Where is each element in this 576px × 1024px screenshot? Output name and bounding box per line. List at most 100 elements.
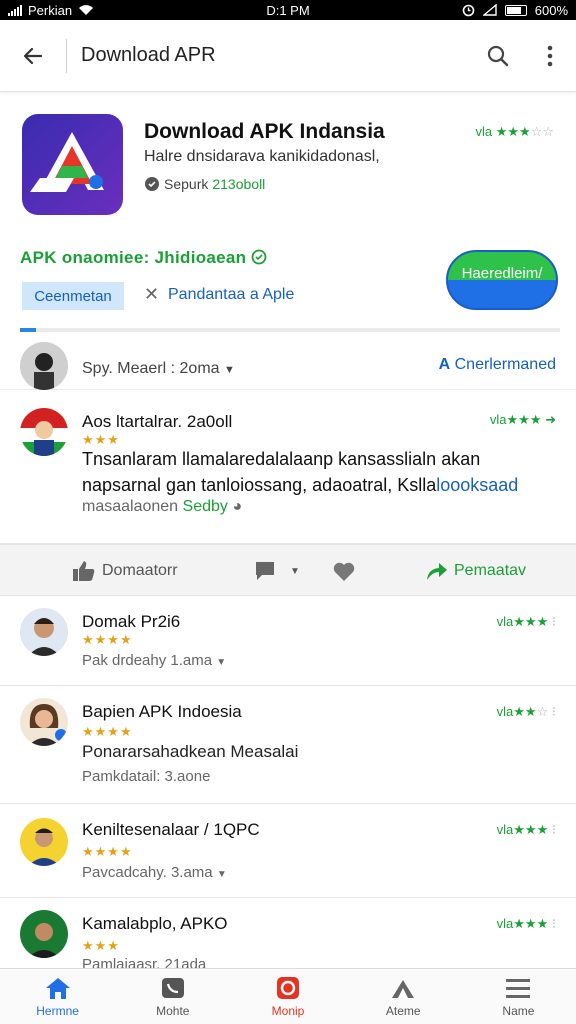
avatar [20,698,68,746]
search-icon [487,45,509,66]
battery-level: 600% [534,2,568,18]
app-name: Download APK Indansia [144,120,385,143]
apk-badge-text: APK onaomiee: Jhidioaean [20,248,247,267]
bottom-navigation: Hermne Mohte Monip Ateme Name [0,968,576,1024]
rating-label: vla [489,412,507,427]
review-footer-text: masaalaonen [82,498,179,515]
rating-stars: ★★★ [495,124,531,139]
support-count: 213oboll [212,176,266,192]
review-footer: masaalaonen Sedby ◕ [82,498,242,516]
tab-label: Mohte [156,1004,190,1018]
status-bar: Perkian D:1 PM 600% [0,0,576,20]
comment-label: Domaatorr [102,562,178,579]
review-meta-text: Pak drdeahy 1.ama [82,652,213,669]
avatar [20,910,68,958]
signal-icon [8,4,22,16]
review-actions: Domaatorr ▼ Pemaatav [0,544,576,596]
tab-record[interactable]: Monip [230,969,345,1024]
like-button[interactable]: Domaatorr [72,545,178,597]
tab-menu[interactable]: Name [461,969,576,1024]
tab-home[interactable]: Hermne [0,969,115,1024]
rating-label: vla [496,704,514,719]
reviewer-name: Aos ltartalrar. 2a0oll [82,412,233,431]
avatar [20,408,68,456]
sort-dropdown[interactable]: Spy. Meaerl : 2oma ▼ [82,360,235,378]
install-button[interactable]: Haeredleim/ [446,250,558,310]
support-icon [145,177,159,191]
download-progress [20,328,560,332]
review-rating: vla★★★ ⁝ [496,822,556,837]
review-stars: ★★★★ [82,632,133,647]
app-description: Halre dnsidarava kanikidadonasl, [144,148,380,165]
info-icon: ◕ [232,498,243,515]
tab-label: Hermne [36,1004,79,1018]
app-bar: Download APR [0,20,576,92]
check-circle-icon [251,249,267,265]
battery-icon [504,4,527,16]
status-time: D:1 PM [266,2,310,18]
more-vert-icon[interactable]: ⁝ [552,916,556,931]
review-footer-tag: Sedby [182,498,228,515]
reviewer-name: Keniltesenalaar / 1QPC [82,820,260,839]
tab-atom[interactable]: Ateme [346,969,461,1024]
support-label: Sepurk [164,176,209,192]
record-icon [277,977,299,999]
review-rating: vla★★★ ⁝ [496,614,556,629]
filter-icon: A [438,356,451,373]
home-icon [45,978,70,999]
close-icon[interactable]: ✕ [144,284,159,305]
list-item[interactable]: Kamalabplo, APKO ★★★ Pamlaiaasr. 21ada v… [0,898,576,973]
reviewer-name: Kamalabplo, APKO [82,914,228,933]
reviewer-name: Bapien APK Indoesia [82,702,242,721]
filter-button[interactable]: A Cnerlermaned [439,356,556,374]
favorite-button[interactable] [332,545,356,597]
more-vert-icon[interactable]: ⁝ [552,822,556,837]
sort-label: Spy. Meaerl : 2oma [82,360,220,377]
list-item[interactable]: Bapien APK Indoesia ★★★★ Ponararsahadkea… [0,686,576,804]
comment-button[interactable]: ▼ [254,545,300,597]
list-item[interactable]: Keniltesenalaar / 1QPC ★★★★ Pavcadcahy. … [0,804,576,898]
heart-icon [333,562,355,581]
rating-label: vla [475,124,493,139]
review-meta-text: Pavcadcahy. 3.ama [82,864,213,881]
arrow-left-icon [23,47,43,64]
avatar [20,608,68,656]
review-body: Tnsanlaram llamalaredalalaanp kansasslia… [82,446,552,498]
chevron-down-icon: ▼ [224,364,235,376]
chevron-down-icon: ▼ [216,657,227,668]
share-arrow-icon [427,563,447,580]
alarm-icon [462,4,475,16]
category-chip[interactable]: Ceenmetan [22,282,124,310]
review-stars: ★★★★ [82,844,133,859]
review-meta: Pak drdeahy 1.ama ▼ [82,652,226,669]
list-item[interactable]: Domak Pr2i6 ★★★★ Pak drdeahy 1.ama ▼ vla… [0,596,576,686]
more-vert-icon[interactable]: ⁝ [552,704,556,719]
rating-label: vla [496,614,514,629]
tab-label: Monip [271,1004,305,1018]
tab-mobile[interactable]: Mohte [115,969,230,1024]
back-button[interactable] [0,20,66,92]
search-button[interactable] [472,20,524,92]
atom-icon [392,980,415,998]
menu-icon [506,979,531,998]
avatar [20,818,68,866]
filter-label: Cnerlermaned [454,356,556,373]
review-highlight: loooksaad [436,475,519,495]
review-text: Ponararsahadkean Measalai [82,742,299,761]
more-options-button[interactable] [524,20,576,92]
review-stars: ★★★★ [82,724,133,739]
chevron-down-icon: ▼ [216,869,227,880]
page-title: Download APR [81,44,216,66]
reviewer-name: Domak Pr2i6 [82,612,181,631]
review-body-line: napsarnal gan tanloiossang, adaoatral, K… [82,475,437,495]
category-text[interactable]: Pandantaa a Aple [168,286,294,304]
review-rating: vla★★★ ➜ [489,412,556,427]
app-bar-divider [66,38,67,73]
share-button[interactable]: Pemaatav [424,545,526,597]
app-rating: vla ★★★☆☆ [475,124,554,139]
featured-review: Aos ltartalrar. 2a0oll ★★★ vla★★★ ➜ Tnsa… [0,398,576,544]
tab-label: Ateme [385,1004,421,1018]
review-meta: Pamkdatail: 3.aone [82,768,211,785]
more-vert-icon[interactable]: ⁝ [552,614,556,629]
thumbs-up-icon [73,561,95,581]
